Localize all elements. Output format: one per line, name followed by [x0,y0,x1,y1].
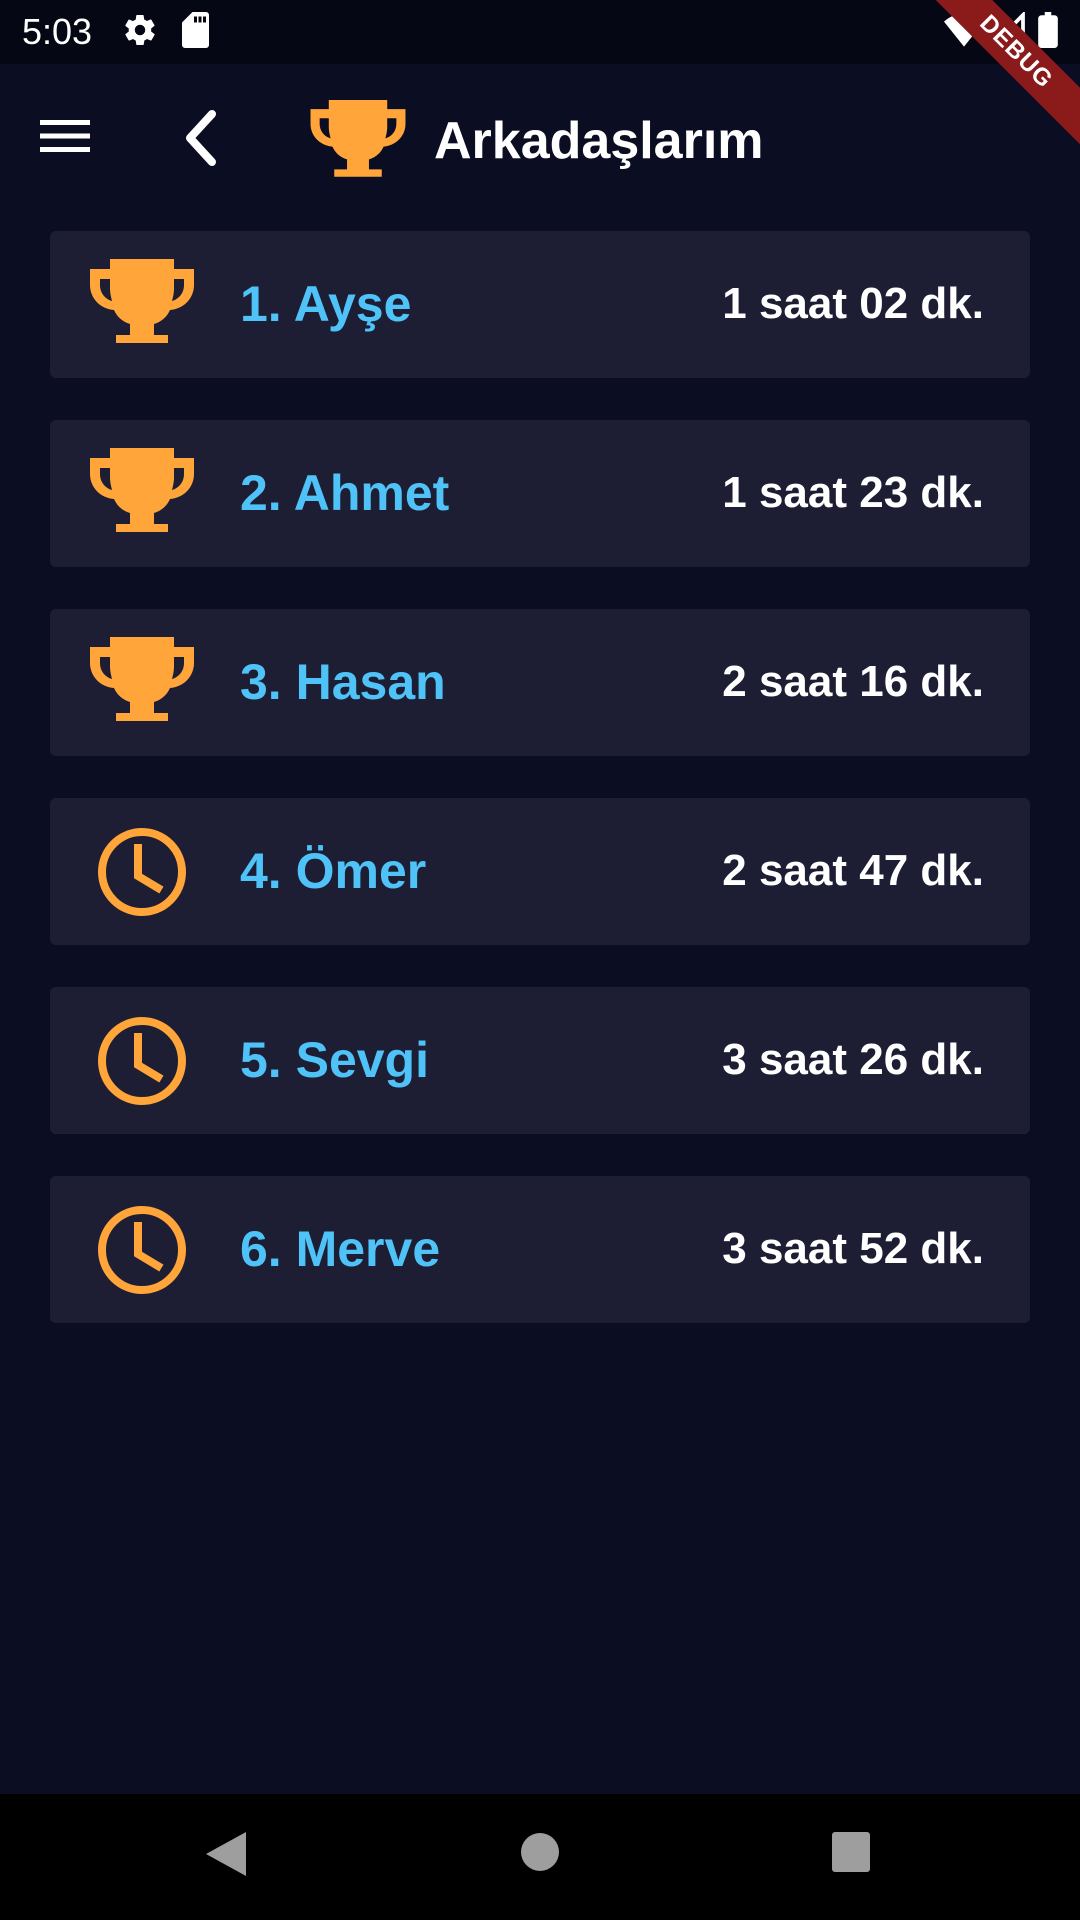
friend-time: 3 saat 26 dk. [722,1035,984,1084]
trophy-icon [310,100,406,184]
list-item[interactable]: 1. Ayşe 1 saat 02 dk. [50,231,1030,378]
menu-icon [40,120,90,152]
back-triangle-icon[interactable] [204,1830,248,1878]
menu-button[interactable] [40,112,106,164]
app-bar: Arkadaşlarım [0,64,1080,212]
home-circle-icon[interactable] [520,1830,560,1878]
friend-name: 5. Sevgi [240,1032,429,1088]
clock-icon [90,1204,194,1296]
friend-name: 3. Hasan [240,654,446,710]
system-nav-bar [0,1794,1080,1920]
screen: 5:03 DEBUG Arkadaşlarım 1. Ayşe 1 saat 0… [0,0,1080,1920]
clock-icon [90,1015,194,1107]
list-item[interactable]: 2. Ahmet 1 saat 23 dk. [50,420,1030,567]
wifi-icon [944,12,984,48]
status-bar: 5:03 [0,0,1080,64]
friend-time: 2 saat 47 dk. [722,846,984,895]
list-item[interactable]: 4. Ömer 2 saat 47 dk. [50,798,1030,945]
battery-icon [1038,12,1058,48]
list-item[interactable]: 5. Sevgi 3 saat 26 dk. [50,987,1030,1134]
list-item[interactable]: 6. Merve 3 saat 52 dk. [50,1176,1030,1323]
back-button[interactable] [172,108,232,168]
gear-icon [122,12,158,48]
trophy-icon [90,448,194,540]
recents-square-icon[interactable] [830,1830,872,1878]
friend-time: 3 saat 52 dk. [722,1224,984,1273]
status-time: 5:03 [22,11,93,52]
friend-name: 1. Ayşe [240,276,412,332]
friend-name: 4. Ömer [240,843,427,899]
sd-card-icon [182,12,212,48]
friend-name: 2. Ahmet [240,465,450,521]
friend-name: 6. Merve [240,1221,441,1277]
clock-icon [90,826,194,918]
page-title: Arkadaşlarım [434,112,764,170]
leaderboard-list: 1. Ayşe 1 saat 02 dk. 2. Ahmet 1 saat 23… [50,231,1030,1365]
friend-time: 1 saat 23 dk. [722,468,984,517]
trophy-icon [90,259,194,351]
friend-time: 2 saat 16 dk. [722,657,984,706]
friend-time: 1 saat 02 dk. [722,279,984,328]
trophy-icon [90,637,194,729]
signal-icon [990,12,1026,48]
list-item[interactable]: 3. Hasan 2 saat 16 dk. [50,609,1030,756]
chevron-left-icon [186,110,216,166]
